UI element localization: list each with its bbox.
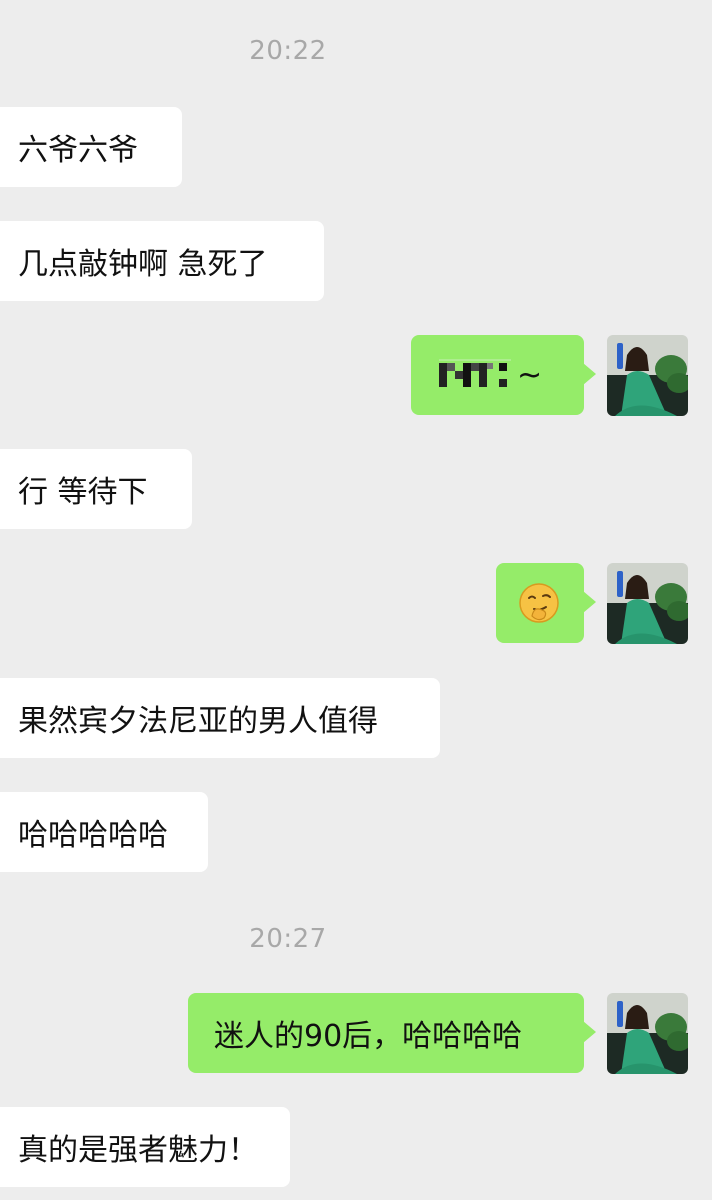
outgoing-message[interactable]: 迷人的90后，哈哈哈哈 (188, 993, 596, 1073)
avatar-woman-icon (607, 335, 688, 416)
timestamp: 20:22 (249, 36, 327, 66)
incoming-message[interactable]: 六爷六爷 (0, 107, 182, 187)
message-text: 果然宾夕法尼亚的男人值得 (18, 704, 378, 739)
avatar[interactable] (607, 563, 688, 644)
pixelated-text-icon (439, 359, 511, 387)
incoming-message[interactable]: 行 等待下 (0, 449, 192, 529)
incoming-message[interactable]: 几点敲钟啊 急死了 (0, 221, 324, 301)
incoming-message[interactable]: 果然宾夕法尼亚的男人值得 (0, 678, 440, 758)
message-text: 行 等待下 (18, 475, 148, 510)
outgoing-message[interactable] (496, 563, 596, 643)
avatar[interactable] (607, 335, 688, 416)
outgoing-message[interactable]: ~ (411, 335, 596, 415)
chat-container[interactable]: 20:22 六爷六爷 几点敲钟啊 急死了 ~ 行 等待下 果然宾夕法尼亚的男人值… (0, 0, 712, 1200)
message-text: 迷人的90后，哈哈哈哈 (214, 1019, 523, 1054)
incoming-message[interactable]: 真的是强者魅力！ (0, 1107, 290, 1187)
avatar-woman-icon (607, 563, 688, 644)
avatar-woman-icon (607, 993, 688, 1074)
incoming-message[interactable]: 哈哈哈哈哈 (0, 792, 208, 872)
avatar[interactable] (607, 993, 688, 1074)
timestamp: 20:27 (249, 924, 327, 954)
message-text: 哈哈哈哈哈 (18, 818, 168, 853)
message-text: 几点敲钟啊 急死了 (18, 247, 268, 282)
message-text: ~ (517, 357, 543, 393)
smirk-emoji-icon (519, 583, 559, 623)
message-text: 真的是强者魅力！ (18, 1133, 258, 1168)
message-text: 六爷六爷 (18, 133, 138, 168)
